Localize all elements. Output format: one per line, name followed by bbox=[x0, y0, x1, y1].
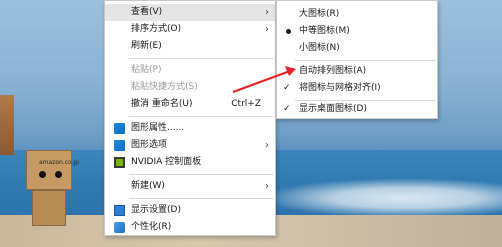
chevron-right-icon: › bbox=[265, 7, 269, 18]
menu-item-label: 图形选项 bbox=[131, 140, 168, 150]
menu-item-label: 显示设置(D) bbox=[131, 205, 181, 215]
submenu-item-auto-arrange[interactable]: 自动排列图标(A) bbox=[277, 63, 437, 80]
view-submenu: 大图标(R) 中等图标(M) 小图标(N) 自动排列图标(A) ✓ 将图标与网格… bbox=[276, 0, 438, 119]
desktop-context-menu: 查看(V) › 排序方式(O) › 刷新(E) 粘贴(P) 粘贴快捷方式(S) … bbox=[104, 0, 276, 236]
submenu-item-align-to-grid[interactable]: ✓ 将图标与网格对齐(I) bbox=[277, 80, 437, 97]
cardboard-figure-arm bbox=[0, 95, 14, 155]
menu-item-display-settings[interactable]: 显示设置(D) bbox=[105, 202, 275, 219]
checkmark-icon: ✓ bbox=[283, 83, 291, 93]
menu-separator bbox=[129, 58, 273, 59]
personalize-icon bbox=[114, 222, 125, 233]
menu-item-label: 新建(W) bbox=[131, 181, 165, 191]
menu-item-undo-rename[interactable]: 撤消 重命名(U) Ctrl+Z bbox=[105, 96, 275, 113]
menu-item-label: NVIDIA 控制面板 bbox=[131, 157, 202, 167]
cardboard-figure: amazon.co.jp bbox=[18, 150, 79, 242]
menu-item-label: 粘贴(P) bbox=[131, 65, 162, 75]
menu-item-view[interactable]: 查看(V) › bbox=[105, 4, 275, 21]
menu-separator bbox=[129, 174, 273, 175]
submenu-item-show-desktop-icons[interactable]: ✓ 显示桌面图标(D) bbox=[277, 101, 437, 118]
radio-dot-icon bbox=[286, 29, 291, 34]
menu-item-label: 中等图标(M) bbox=[299, 26, 350, 36]
menu-item-label: 查看(V) bbox=[131, 7, 163, 17]
submenu-item-large-icons[interactable]: 大图标(R) bbox=[277, 6, 437, 23]
menu-item-label: 撤消 重命名(U) bbox=[131, 99, 193, 109]
intel-graphics-icon bbox=[114, 140, 125, 151]
menu-item-label: 粘贴快捷方式(S) bbox=[131, 82, 198, 92]
menu-item-paste-shortcut: 粘贴快捷方式(S) bbox=[105, 79, 275, 96]
menu-item-new[interactable]: 新建(W) › bbox=[105, 178, 275, 195]
display-settings-icon bbox=[114, 205, 125, 216]
menu-separator bbox=[129, 116, 273, 117]
menu-item-graphics-properties[interactable]: 图形属性...... bbox=[105, 120, 275, 137]
submenu-item-medium-icons[interactable]: 中等图标(M) bbox=[277, 23, 437, 40]
figure-eye-left bbox=[39, 171, 46, 178]
figure-logo-text: amazon.co.jp bbox=[39, 159, 79, 166]
menu-item-personalize[interactable]: 个性化(R) bbox=[105, 219, 275, 236]
menu-item-graphics-options[interactable]: 图形选项 › bbox=[105, 137, 275, 154]
menu-item-paste: 粘贴(P) bbox=[105, 62, 275, 79]
menu-item-label: 小图标(N) bbox=[299, 43, 340, 53]
menu-item-sort-by[interactable]: 排序方式(O) › bbox=[105, 21, 275, 38]
menu-item-nvidia-control-panel[interactable]: NVIDIA 控制面板 bbox=[105, 154, 275, 171]
menu-item-label: 个性化(R) bbox=[131, 222, 172, 232]
menu-item-label: 自动排列图标(A) bbox=[299, 66, 367, 76]
intel-graphics-icon bbox=[114, 123, 125, 134]
wave-foam bbox=[260, 178, 502, 218]
checkmark-icon: ✓ bbox=[283, 104, 291, 114]
figure-body bbox=[32, 190, 66, 226]
menu-separator bbox=[129, 198, 273, 199]
chevron-right-icon: › bbox=[265, 24, 269, 35]
menu-item-label: 刷新(E) bbox=[131, 41, 162, 51]
submenu-item-small-icons[interactable]: 小图标(N) bbox=[277, 40, 437, 57]
menu-item-label: 大图标(R) bbox=[299, 9, 340, 19]
chevron-right-icon: › bbox=[265, 181, 269, 192]
menu-item-shortcut: Ctrl+Z bbox=[231, 99, 261, 109]
nvidia-icon bbox=[114, 157, 125, 168]
menu-item-label: 图形属性...... bbox=[131, 123, 185, 133]
menu-item-label: 将图标与网格对齐(I) bbox=[299, 83, 381, 93]
menu-item-label: 显示桌面图标(D) bbox=[299, 104, 367, 114]
menu-item-refresh[interactable]: 刷新(E) bbox=[105, 38, 275, 55]
chevron-right-icon: › bbox=[265, 140, 269, 151]
menu-separator bbox=[295, 60, 435, 61]
figure-head: amazon.co.jp bbox=[26, 150, 79, 190]
menu-item-label: 排序方式(O) bbox=[131, 24, 182, 34]
figure-eye-right bbox=[55, 171, 62, 178]
